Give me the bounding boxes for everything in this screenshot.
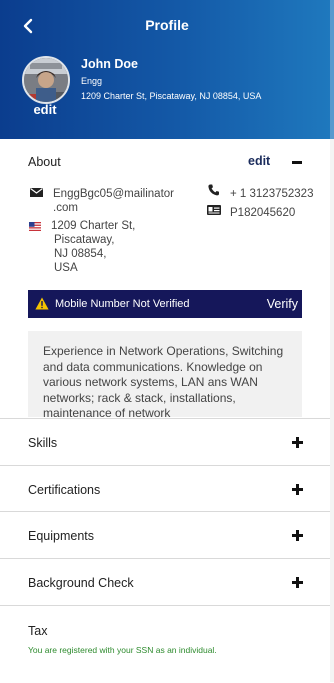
profile-header: Profile edit John Doe Engg 1209 Charter … — [0, 0, 334, 139]
verify-button[interactable]: Verify — [267, 297, 298, 311]
section-label: Background Check — [28, 576, 134, 590]
about-title: About — [28, 155, 61, 169]
phone-number: + 1 3123752323 — [230, 188, 314, 200]
us-flag-icon — [29, 222, 41, 231]
address-text: 1209 Charter St, Piscataway, NJ 08854, U… — [51, 219, 151, 275]
section-label: Skills — [28, 436, 58, 450]
email-line-1: EnggBgc05@mailinator — [53, 188, 174, 200]
page-title: Profile — [145, 17, 189, 33]
about-edit-link[interactable]: edit — [248, 154, 270, 168]
section-label: Certifications — [28, 483, 101, 497]
warning-text: Mobile Number Not Verified — [55, 298, 190, 310]
tax-status-note: You are registered with your SSN as an i… — [28, 645, 217, 655]
avatar-edit-link[interactable]: edit — [23, 102, 67, 117]
email-line-2: .com — [53, 202, 78, 214]
phone-icon — [208, 184, 219, 196]
about-section-header: About edit — [0, 139, 334, 187]
section-certifications[interactable]: Certifications — [0, 465, 334, 512]
avatar-photo — [24, 58, 68, 102]
section-label: Equipments — [28, 529, 95, 543]
mail-icon — [30, 188, 43, 197]
warning-icon — [35, 297, 49, 310]
id-number: P182045620 — [230, 207, 296, 219]
email-text: EnggBgc05@mailinator .com — [53, 187, 188, 215]
address-line: NJ 08854, — [54, 248, 107, 260]
bio-box[interactable]: Experience in Network Operations, Switch… — [28, 331, 302, 417]
avatar[interactable] — [22, 56, 70, 104]
mobile-verification-banner: Mobile Number Not Verified Verify — [28, 290, 302, 318]
section-background-check[interactable]: Background Check — [0, 558, 334, 605]
section-skills[interactable]: Skills — [0, 418, 334, 465]
plus-icon[interactable] — [292, 530, 303, 541]
content-scrollbar[interactable] — [330, 139, 334, 682]
plus-icon[interactable] — [292, 577, 303, 588]
user-role: Engg — [81, 76, 103, 86]
scrollbar[interactable] — [330, 0, 334, 139]
plus-icon[interactable] — [292, 484, 303, 495]
bio-text: Experience in Network Operations, Switch… — [43, 344, 284, 417]
address-line: Piscataway, — [54, 234, 115, 246]
section-equipments[interactable]: Equipments — [0, 511, 334, 558]
user-name: John Doe — [81, 57, 138, 71]
plus-icon[interactable] — [292, 437, 303, 448]
section-tax[interactable]: Tax You are registered with your SSN as … — [0, 605, 334, 683]
minus-icon[interactable] — [291, 156, 303, 168]
address-line: 1209 Charter St, — [51, 220, 136, 232]
tax-label: Tax — [28, 624, 48, 638]
id-card-icon — [207, 205, 221, 215]
address-line: USA — [54, 262, 78, 274]
user-address: 1209 Charter St, Piscataway, NJ 08854, U… — [81, 91, 262, 101]
